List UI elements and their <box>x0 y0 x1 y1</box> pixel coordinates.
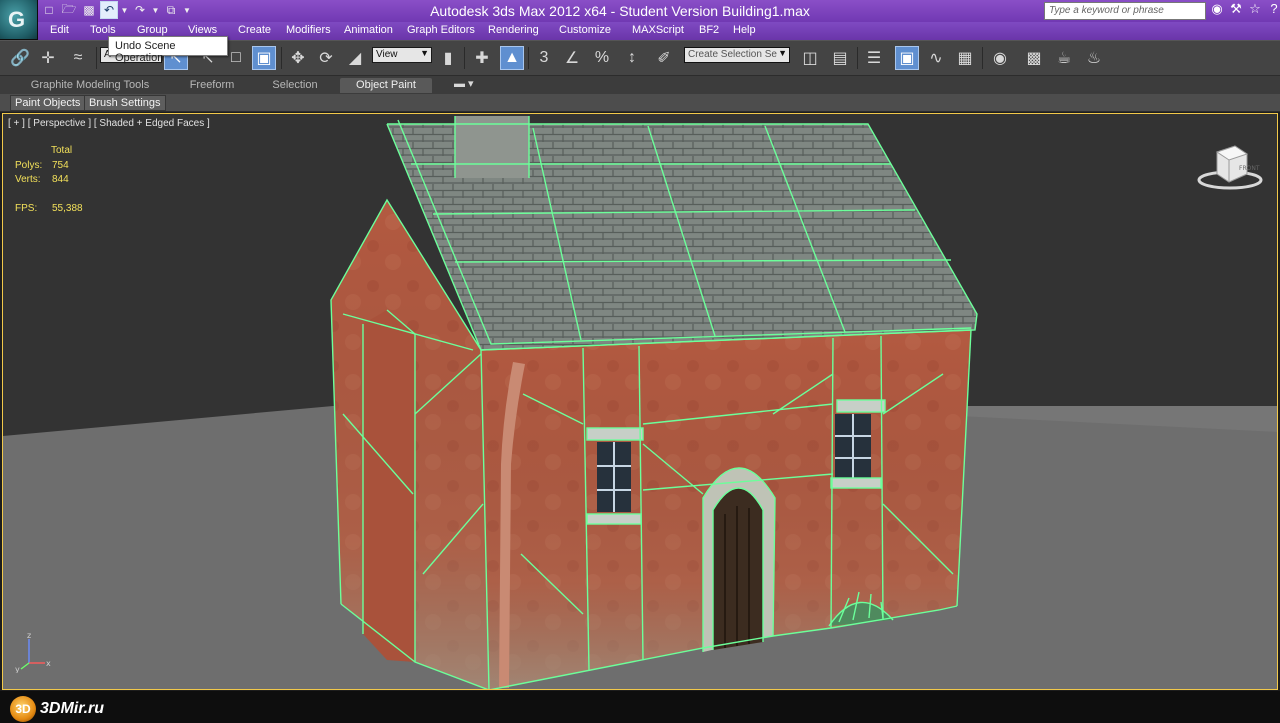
spinner-snap-icon[interactable]: ↕ <box>620 46 644 70</box>
watermark-text: 3DMir.ru <box>40 700 105 717</box>
tab-object-paint[interactable]: Object Paint <box>340 78 432 93</box>
window-right-sill-top <box>837 400 885 412</box>
axis-y-label: y <box>15 665 20 673</box>
window-left-sill-top <box>587 428 643 440</box>
ribbon-panel-bar: Paint Objects Brush Settings <box>0 94 1280 112</box>
edit-named-selection-icon[interactable]: ✐ <box>652 46 676 70</box>
angle-snap-icon[interactable]: ∠ <box>560 46 584 70</box>
fps-label: FPS: <box>15 203 38 214</box>
unlink-icon[interactable]: ✛ <box>36 46 60 70</box>
paint-objects-button[interactable]: Paint Objects <box>10 95 86 111</box>
title-bar: □ 🗁 ▩ ↶ ▼ ↷ ▼ ⧉ ▼ Autodesk 3ds Max 2012 … <box>0 0 1280 22</box>
viewcube-icon[interactable]: FRONT <box>1197 144 1263 192</box>
tab-selection[interactable]: Selection <box>260 78 330 93</box>
application-button[interactable]: G <box>0 0 38 40</box>
watermark: 3D 3DMir.ru <box>10 696 104 722</box>
material-editor-icon[interactable]: ◉ <box>988 46 1012 70</box>
reference-coordinate-value: View <box>376 49 398 60</box>
menu-maxscript[interactable]: MAXScript <box>632 24 684 36</box>
pivot-center-icon[interactable]: ▮ <box>436 46 460 70</box>
menu-group[interactable]: Group <box>137 24 168 36</box>
chimney <box>455 116 529 178</box>
link-icon[interactable]: 🔗 <box>8 46 32 70</box>
snap-toggle-icon[interactable]: 3 <box>532 46 556 70</box>
snap-toggle-label: 3 <box>539 49 549 66</box>
curve-editor-icon[interactable]: ∿ <box>924 46 948 70</box>
mirror-icon[interactable]: ◫ <box>798 46 822 70</box>
corner-pilaster <box>363 310 415 662</box>
window-right-sill <box>831 478 881 488</box>
star-icon[interactable]: ☆ <box>1248 1 1262 19</box>
verts-value: 844 <box>52 174 69 185</box>
percent-snap-icon[interactable]: % <box>590 46 614 70</box>
menu-views[interactable]: Views <box>188 24 217 36</box>
bind-space-warp-icon[interactable]: ≈ <box>66 46 90 70</box>
scene-render <box>3 116 1277 689</box>
align-icon[interactable]: ▤ <box>828 46 852 70</box>
render-setup-icon[interactable]: ▩ <box>1022 46 1046 70</box>
angle-snap-label: ∠ <box>564 50 580 67</box>
axis-x-label: x <box>46 659 51 668</box>
keyboard-shortcut-override-icon[interactable]: ▲ <box>500 46 524 70</box>
dropdown-arrow-icon: ▼ <box>778 48 787 58</box>
move-icon[interactable]: ✥ <box>286 46 310 70</box>
percent-snap-label: % <box>594 49 610 66</box>
render-production-icon[interactable]: ♨ <box>1082 46 1106 70</box>
select-manipulate-icon[interactable]: ✚ <box>470 46 494 70</box>
fps-value: 55,388 <box>52 203 83 214</box>
rendered-frame-window-icon[interactable]: ☕ <box>1052 46 1076 70</box>
spinner-snap-label: ↕ <box>628 49 636 66</box>
title-bar-icons: ◉ ⚒ ☆ ? <box>1210 1 1280 19</box>
bottom-bar <box>0 691 1280 723</box>
menu-customize[interactable]: Customize <box>559 24 611 36</box>
undo-tooltip: Undo Scene Operation <box>108 36 228 64</box>
tools-icon[interactable]: ⚒ <box>1229 1 1243 19</box>
perspective-viewport[interactable]: [ + ] [ Perspective ] [ Shaded + Edged F… <box>2 113 1278 690</box>
polys-value: 754 <box>52 159 69 171</box>
menu-tools[interactable]: Tools <box>90 24 116 36</box>
menu-modifiers[interactable]: Modifiers <box>286 24 331 36</box>
axis-z-label: z <box>27 631 31 640</box>
named-selection-sets-dropdown[interactable]: Create Selection Se ▼ <box>684 47 790 63</box>
window-left-sill <box>587 514 641 524</box>
window-crossing-icon[interactable]: ▣ <box>252 46 276 70</box>
menu-bf2[interactable]: BF2 <box>699 24 719 36</box>
brush-settings-button[interactable]: Brush Settings <box>84 95 166 111</box>
app-logo-icon: G <box>8 7 26 32</box>
axis-tripod-icon: z x y <box>15 631 51 673</box>
ribbon-options-icon[interactable]: ▬ ▾ <box>454 77 474 90</box>
layer-manager-icon[interactable]: ☰ <box>862 46 886 70</box>
help-icon[interactable]: ? <box>1267 1 1280 19</box>
menu-create[interactable]: Create <box>238 24 271 36</box>
scale-icon[interactable]: ◢ <box>343 46 367 70</box>
polys-label: Polys: <box>15 159 43 171</box>
graphite-ribbon: Graphite Modeling Tools Freeform Selecti… <box>0 76 1280 94</box>
schematic-view-icon[interactable]: ▦ <box>953 46 977 70</box>
menu-rendering[interactable]: Rendering <box>488 24 539 36</box>
menu-help[interactable]: Help <box>733 24 756 36</box>
verts-label: Verts: <box>15 174 41 185</box>
tab-freeform[interactable]: Freeform <box>176 78 248 93</box>
binoculars-icon[interactable]: ◉ <box>1210 1 1224 19</box>
tab-graphite-modeling-tools[interactable]: Graphite Modeling Tools <box>20 78 160 93</box>
graphite-toggle-icon[interactable]: ▣ <box>895 46 919 70</box>
rotate-icon[interactable]: ⟳ <box>314 46 338 70</box>
menu-graph-editors[interactable]: Graph Editors <box>407 24 475 36</box>
search-input[interactable]: Type a keyword or phrase <box>1044 2 1206 20</box>
viewport-label[interactable]: [ + ] [ Perspective ] [ Shaded + Edged F… <box>8 118 210 129</box>
watermark-logo-icon: 3D <box>10 696 36 722</box>
menu-animation[interactable]: Animation <box>344 24 393 36</box>
viewcube-front-label: FRONT <box>1239 165 1260 172</box>
menu-edit[interactable]: Edit <box>50 24 69 36</box>
stats-header: Total <box>51 145 73 156</box>
reference-coordinate-dropdown[interactable]: View ▼ <box>372 47 432 63</box>
dropdown-arrow-icon: ▼ <box>420 48 429 58</box>
named-selection-placeholder: Create Selection Se <box>688 49 777 60</box>
